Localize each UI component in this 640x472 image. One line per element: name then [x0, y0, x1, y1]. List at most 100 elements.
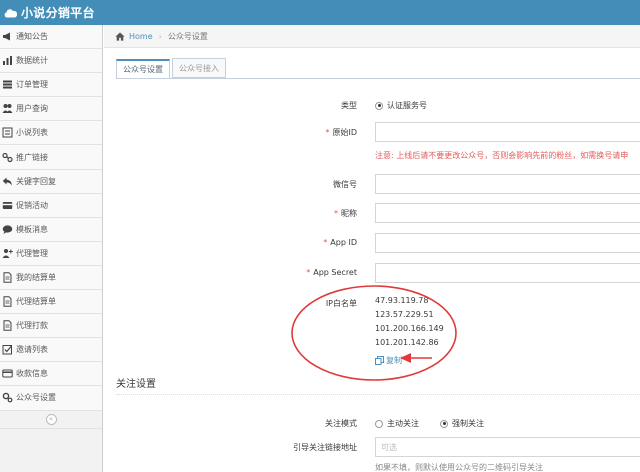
appsecret-label-text: App Secret [313, 268, 357, 277]
sidebar-item-label: 我的结算单 [16, 272, 56, 282]
ip-whitelist-item: 47.93.119.78 [375, 296, 429, 305]
follow-mode-option-label: 主动关注 [387, 419, 419, 428]
user-plus-icon [2, 248, 13, 259]
bullhorn-icon [2, 31, 13, 42]
ip-whitelist-label: IP白名单 [325, 299, 357, 308]
appsecret-input[interactable] [375, 263, 640, 283]
original-id-label-text: 原始ID [332, 128, 357, 137]
original-id-input[interactable] [375, 122, 640, 142]
sidebar-item[interactable]: 邀请列表 [0, 338, 102, 363]
sidebar-item[interactable]: 推广链接 [0, 145, 102, 170]
tab-divider [116, 78, 640, 79]
appid-input[interactable] [375, 233, 640, 253]
reply-icon [2, 176, 13, 187]
sidebar-item-label: 代理结算单 [16, 297, 56, 307]
annotation-circle [291, 285, 457, 381]
file-icon [2, 320, 13, 331]
radio-selected-icon [375, 101, 383, 110]
users-icon [2, 103, 13, 114]
sidebar-nav: 通知公告数据统计订单管理用户查询小说列表推广链接关键字回复促销活动模板消息代理管… [0, 25, 102, 411]
appid-label-text: App ID [330, 238, 357, 247]
list-icon [2, 79, 13, 90]
sidebar-item[interactable]: 代理管理 [0, 241, 102, 266]
sidebar-item-label: 用户查询 [16, 104, 48, 114]
sidebar-item-label: 公众号设置 [16, 393, 56, 403]
sidebar-item[interactable]: 小说列表 [0, 121, 102, 146]
original-id-warning: 注意: 上线后请不要更改公众号，否则会影响先前的粉丝，如需换号请申 [375, 151, 629, 160]
required-mark: * [323, 238, 328, 247]
appsecret-label: * App Secret [306, 268, 357, 277]
section-divider [116, 394, 640, 395]
sidebar-collapse-row: « [0, 411, 102, 429]
cogs-icon [2, 392, 13, 403]
sidebar-item[interactable]: 促销活动 [0, 193, 102, 218]
sidebar-item[interactable]: 关键字回复 [0, 169, 102, 194]
nickname-label-text: 昵称 [341, 209, 357, 218]
type-radio-label: 认证服务号 [387, 101, 427, 110]
sidebar-item[interactable]: 数据统计 [0, 49, 102, 74]
wechat-input[interactable] [375, 174, 640, 194]
sidebar-item-label: 收款信息 [16, 369, 48, 379]
sidebar-item-label: 通知公告 [16, 32, 48, 42]
guide-link-hint: 如果不填，则默认使用公众号的二维码引导关注 [375, 463, 543, 472]
annotation-arrow-icon [400, 353, 432, 363]
file-icon [2, 296, 13, 307]
tab-account-settings[interactable]: 公众号设置 [116, 59, 170, 79]
breadcrumb-home-label: Home [129, 31, 153, 41]
sidebar-item-label: 推广链接 [16, 152, 48, 162]
sidebar-item[interactable]: 收款信息 [0, 362, 102, 387]
follow-mode-option-active[interactable]: 主动关注 [375, 418, 419, 429]
copy-icon [375, 356, 384, 365]
ip-whitelist-item: 101.201.142.86 [375, 338, 439, 347]
sidebar-item[interactable]: 公众号设置 [0, 386, 102, 411]
home-icon [115, 32, 125, 41]
guide-link-input[interactable]: 可选 [375, 437, 640, 457]
sidebar-item-label: 小说列表 [16, 128, 48, 138]
required-mark: * [306, 268, 311, 277]
breadcrumb: Home › 公众号设置 [104, 25, 640, 48]
guide-link-label: 引导关注链接地址 [293, 443, 357, 452]
follow-mode-option-label: 强制关注 [452, 419, 484, 428]
sidebar-item[interactable]: 订单管理 [0, 73, 102, 98]
tab-account-access[interactable]: 公众号接入 [172, 58, 226, 78]
ip-whitelist-item: 101.200.166.149 [375, 324, 444, 333]
file-icon [2, 272, 13, 283]
type-radio[interactable]: 认证服务号 [375, 100, 427, 111]
message-icon [2, 224, 13, 235]
brand-title: 小说分销平台 [21, 6, 95, 20]
sidebar-item-label: 订单管理 [16, 80, 48, 90]
follow-section-title: 关注设置 [116, 379, 156, 390]
sidebar-item[interactable]: 模板消息 [0, 217, 102, 242]
sidebar-item-label: 促销活动 [16, 200, 48, 210]
double-angle-left-icon[interactable]: « [45, 413, 57, 425]
sidebar-item-label: 关键字回复 [16, 176, 56, 186]
credit-card-icon [2, 368, 13, 379]
copy-label: 复制 [386, 356, 402, 365]
card-icon [2, 200, 13, 211]
sidebar-item-label: 代理管理 [16, 248, 48, 258]
sidebar-item[interactable]: 代理结算单 [0, 290, 102, 315]
sidebar-item-label: 模板消息 [16, 224, 48, 234]
original-id-label: * 原始ID [325, 127, 357, 138]
bar-chart-icon [2, 55, 13, 66]
required-mark: * [325, 128, 330, 137]
brand[interactable]: 小说分销平台 [4, 4, 95, 21]
sidebar-item[interactable]: 通知公告 [0, 25, 102, 50]
sidebar-item[interactable]: 我的结算单 [0, 265, 102, 291]
link-icon [2, 152, 13, 163]
radio-unselected-icon [375, 419, 383, 428]
sidebar-item-label: 邀请列表 [16, 345, 48, 355]
check-square-icon [2, 344, 13, 355]
sidebar: 通知公告数据统计订单管理用户查询小说列表推广链接关键字回复促销活动模板消息代理管… [0, 25, 103, 472]
nickname-label: * 昵称 [334, 208, 357, 219]
follow-mode-label: 关注模式 [325, 419, 357, 428]
radio-selected-icon [440, 419, 448, 428]
sidebar-item-label: 代理打款 [16, 321, 48, 331]
breadcrumb-home[interactable]: Home [115, 32, 153, 41]
cloud-icon [4, 8, 17, 17]
sidebar-item[interactable]: 代理打款 [0, 314, 102, 339]
copy-button[interactable]: 复制 [375, 355, 402, 366]
nickname-input[interactable] [375, 203, 640, 223]
follow-mode-option-forced[interactable]: 强制关注 [440, 418, 484, 429]
sidebar-item[interactable]: 用户查询 [0, 97, 102, 122]
